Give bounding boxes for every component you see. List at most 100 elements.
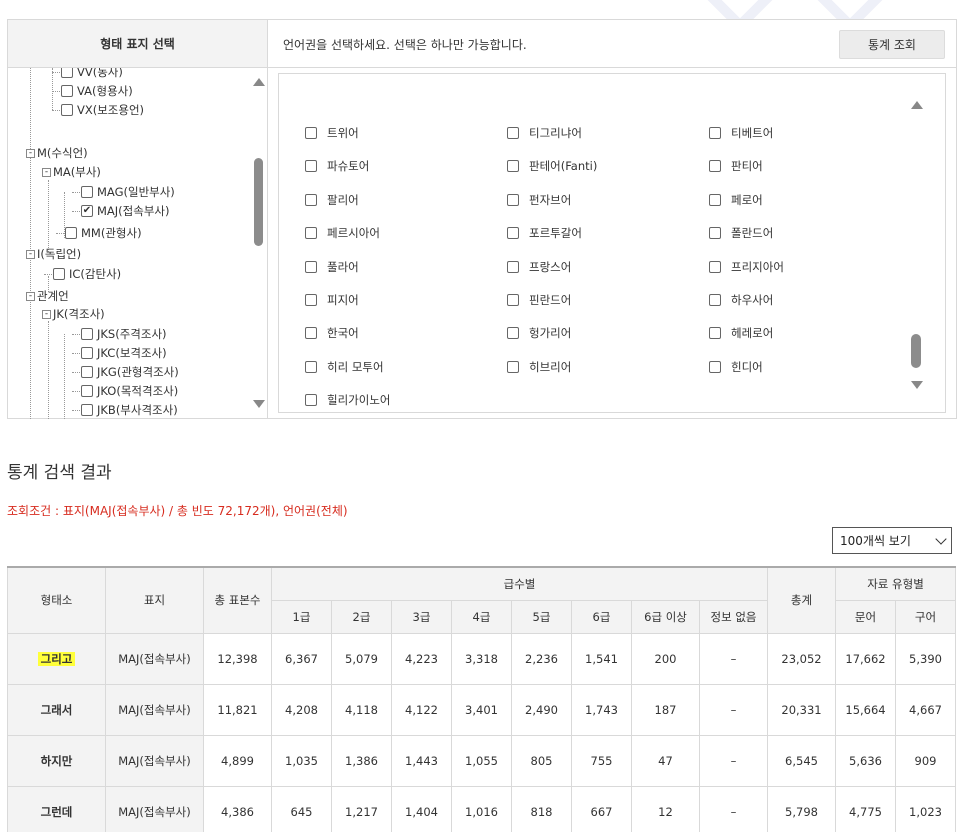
collapse-toggle-icon[interactable]: - (26, 148, 35, 158)
tree-item[interactable]: MM(관형사) (56, 224, 142, 242)
language-option[interactable]: 파슈토어 (305, 158, 369, 174)
stat-query-button[interactable]: 통계 조회 (839, 30, 945, 59)
language-option[interactable]: 헝가리어 (507, 325, 571, 341)
language-option[interactable]: 힌디어 (709, 359, 763, 375)
scroll-up-arrow-icon[interactable] (911, 101, 923, 109)
morpheme-cell[interactable]: 그래서 (7, 683, 106, 736)
language-option[interactable]: 페르시아어 (305, 225, 380, 241)
language-checkbox[interactable] (507, 294, 519, 306)
morpheme-link[interactable]: 그런데 (41, 805, 73, 819)
language-checkbox[interactable] (305, 394, 317, 407)
tree-scrollbar[interactable] (252, 68, 266, 419)
tree-checkbox[interactable] (81, 186, 93, 198)
tree-checkbox[interactable] (81, 347, 93, 359)
language-option[interactable]: 하우사어 (709, 292, 773, 308)
tree-item[interactable]: JKC(보격조사) (72, 344, 167, 362)
tree-item[interactable]: VA(형용사) (52, 82, 133, 100)
language-checkbox[interactable] (305, 193, 317, 206)
language-option[interactable]: 힐리가이노어 (305, 392, 390, 408)
language-checkbox[interactable] (709, 193, 721, 206)
morpheme-link[interactable]: 하지만 (41, 754, 73, 768)
language-checkbox[interactable] (305, 260, 317, 273)
tree-item[interactable]: JKO(목적격조사) (72, 382, 178, 400)
language-option[interactable]: 프리지아어 (709, 259, 784, 275)
tree-checkbox[interactable] (61, 104, 73, 116)
language-checkbox[interactable] (305, 294, 317, 306)
language-option[interactable]: 판티어 (709, 158, 763, 174)
language-checkbox[interactable] (507, 160, 519, 173)
tree-item[interactable]: JKB(부사격조사) (72, 401, 178, 419)
scroll-up-arrow-icon[interactable] (253, 78, 265, 86)
language-checkbox[interactable] (709, 360, 721, 373)
tree-item[interactable]: JKS(주격조사) (72, 325, 167, 343)
language-option[interactable]: 트위어 (305, 125, 359, 141)
language-checkbox[interactable] (305, 327, 317, 340)
tree-checkbox[interactable] (81, 404, 93, 416)
language-checkbox[interactable] (507, 227, 519, 240)
scroll-down-arrow-icon[interactable] (253, 400, 265, 408)
tree-item[interactable]: MAG(일반부사) (72, 183, 175, 201)
collapse-toggle-icon[interactable]: - (26, 291, 35, 301)
language-checkbox[interactable] (709, 294, 721, 306)
language-checkbox[interactable] (305, 160, 317, 173)
tree-item[interactable]: JKG(관형격조사) (72, 363, 179, 381)
language-option[interactable]: 판테어(Fanti) (507, 158, 597, 174)
language-option[interactable]: 폴란드어 (709, 225, 773, 241)
language-option[interactable]: 티베트어 (709, 125, 773, 141)
tree-item[interactable]: - I(독립언) (26, 245, 81, 263)
language-checkbox[interactable] (507, 327, 519, 340)
tree-item[interactable]: IC(감탄사) (44, 265, 121, 283)
tree-item[interactable]: - JK(격조사) (42, 305, 105, 323)
collapse-toggle-icon[interactable]: - (26, 249, 35, 259)
language-checkbox[interactable] (507, 360, 519, 373)
language-checkbox[interactable] (709, 260, 721, 273)
collapse-toggle-icon[interactable]: - (42, 167, 51, 177)
language-checkbox[interactable] (507, 260, 519, 273)
tree-item[interactable]: ✔ MAJ(접속부사) (72, 202, 169, 220)
morpheme-cell[interactable]: 그런데 (7, 785, 106, 832)
tree-checkbox[interactable] (53, 268, 65, 280)
language-option[interactable]: 티그리냐어 (507, 125, 582, 141)
scroll-thumb[interactable] (911, 334, 921, 368)
scroll-thumb[interactable] (254, 158, 263, 246)
tree-item[interactable]: - M(수식언) (26, 144, 88, 162)
morpheme-link[interactable]: 그래서 (41, 703, 73, 717)
language-option[interactable]: 포르투갈어 (507, 225, 582, 241)
morpheme-cell[interactable]: 하지만 (7, 734, 106, 787)
morpheme-link[interactable]: 그리고 (37, 651, 76, 666)
language-checkbox[interactable] (709, 227, 721, 240)
language-option[interactable]: 프랑스어 (507, 259, 571, 275)
tree-checkbox[interactable] (81, 385, 93, 397)
language-checkbox[interactable] (305, 127, 317, 139)
language-checkbox[interactable] (305, 227, 317, 240)
tree-item[interactable]: - MA(부사) (42, 163, 101, 181)
collapse-toggle-icon[interactable]: - (42, 309, 51, 319)
language-option[interactable]: 히리 모투어 (305, 359, 384, 375)
tree-item[interactable]: VX(보조용언) (52, 101, 144, 119)
language-checkbox[interactable] (507, 193, 519, 206)
tree-item[interactable]: VV(동사) (52, 68, 123, 81)
language-option[interactable]: 팔리어 (305, 192, 359, 208)
language-option[interactable]: 피지어 (305, 292, 359, 308)
morpheme-cell[interactable]: 그리고 (7, 632, 106, 685)
tree-checkbox[interactable]: ✔ (81, 205, 93, 217)
language-checkbox[interactable] (709, 327, 721, 340)
tree-checkbox[interactable] (61, 68, 73, 78)
language-option[interactable]: 페로어 (709, 192, 763, 208)
language-checkbox[interactable] (507, 127, 519, 139)
tree-item[interactable]: - 관계언 (26, 287, 69, 305)
language-option[interactable]: 핀란드어 (507, 292, 571, 308)
language-option[interactable]: 풀라어 (305, 259, 359, 275)
tree-checkbox[interactable] (81, 328, 93, 340)
language-option[interactable]: 펀자브어 (507, 192, 571, 208)
language-option[interactable]: 한국어 (305, 325, 359, 341)
tree-checkbox[interactable] (81, 366, 93, 378)
tree-checkbox[interactable] (61, 85, 73, 97)
tree-checkbox[interactable] (65, 227, 77, 239)
per-page-select[interactable]: 100개씩 보기 (832, 527, 952, 554)
language-checkbox[interactable] (709, 127, 721, 139)
language-scrollbar[interactable] (907, 74, 927, 412)
language-checkbox[interactable] (709, 160, 721, 173)
language-option[interactable]: 헤레로어 (709, 325, 773, 341)
scroll-down-arrow-icon[interactable] (911, 381, 923, 389)
